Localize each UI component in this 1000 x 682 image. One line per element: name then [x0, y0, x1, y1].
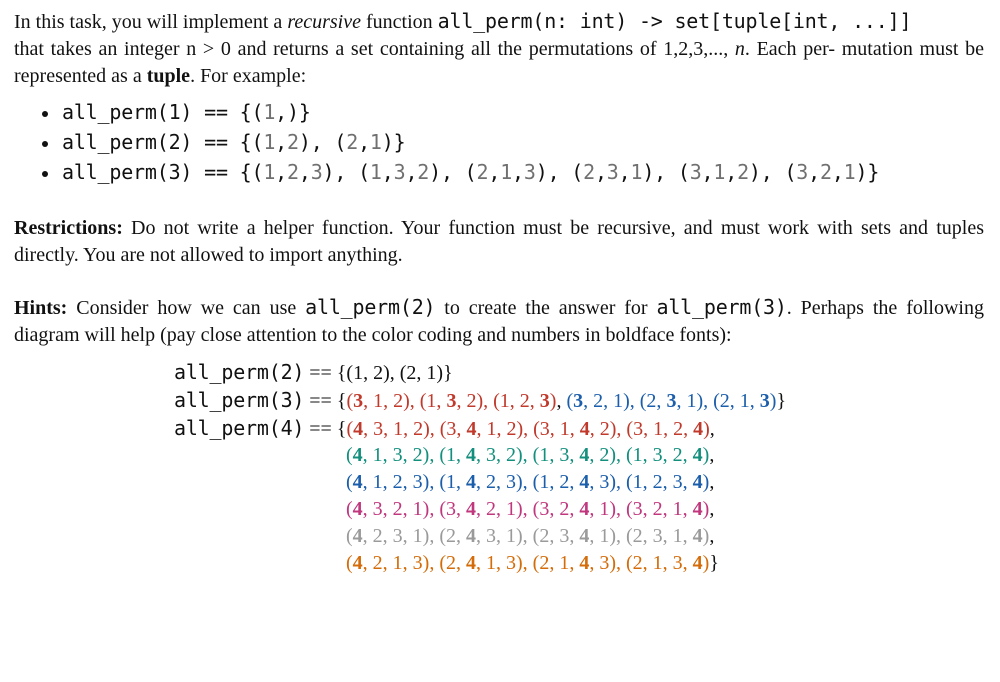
diagram-line-3: all_perm(3) == {(3, 1, 2), (1, 3, 2), (1…	[174, 387, 984, 415]
example-list: all_perm(1) == {(1,)} all_perm(2) == {(1…	[14, 99, 984, 188]
restrictions-label: Restrictions:	[14, 217, 123, 239]
diagram-eq: ==	[304, 418, 337, 440]
ex2-eq: ==	[192, 130, 239, 154]
diagram-line-4b: (4, 1, 3, 2), (1, 4, 3, 2), (1, 3, 4, 2)…	[174, 442, 984, 469]
diagram-eq: ==	[304, 390, 337, 412]
intro-n: n	[735, 38, 745, 60]
diagram-row-orange: (4, 2, 1, 3), (2, 4, 1, 3), (2, 1, 4, 3)…	[346, 552, 709, 574]
hints-block: Hints: Consider how we can use all_perm(…	[14, 294, 984, 349]
hints-call2: all_perm(2)	[305, 295, 435, 319]
diagram-line-2: all_perm(2) == {(1, 2), (2, 1)}	[174, 359, 984, 387]
diagram-row-blue: (4, 1, 2, 3), (1, 4, 2, 3), (1, 2, 4, 3)…	[346, 471, 709, 493]
ex2-set: {(1,2), (2,1)}	[240, 130, 406, 154]
diagram-line-4f: (4, 2, 1, 3), (2, 4, 1, 3), (2, 1, 4, 3)…	[174, 550, 984, 577]
ex1-call: all_perm(1)	[62, 100, 192, 124]
diagram-body-2: {(1, 2), (2, 1)}	[337, 362, 453, 384]
hints-label: Hints:	[14, 297, 67, 319]
ex3-call: all_perm(3)	[62, 160, 192, 184]
intro-ngt0: n > 0	[186, 38, 231, 60]
ex3-eq: ==	[192, 160, 239, 184]
list-item: all_perm(2) == {(1,2), (2,1)}	[60, 129, 984, 159]
hints-t2: to create the answer for	[435, 297, 656, 319]
intro-recursive: recursive	[287, 11, 361, 33]
ex1-set: {(1,)}	[240, 100, 311, 124]
list-item: all_perm(1) == {(1,)}	[60, 99, 984, 129]
intro-tuple: tuple	[147, 65, 190, 87]
ex1-eq: ==	[192, 100, 239, 124]
diagram-block: all_perm(2) == {(1, 2), (2, 1)} all_perm…	[174, 359, 984, 576]
intro-line3b: . For example:	[190, 65, 306, 87]
intro-line2c: . Each per-	[745, 38, 835, 60]
diagram-call: all_perm(4)	[174, 416, 304, 440]
diagram-line-4d: (4, 3, 2, 1), (3, 4, 2, 1), (3, 2, 4, 1)…	[174, 496, 984, 523]
intro-paragraph: In this task, you will implement a recur…	[14, 8, 984, 89]
intro-line2b: and returns a set containing all the per…	[231, 38, 735, 60]
intro-text: In this task, you will implement a	[14, 11, 287, 33]
hints-call3: all_perm(3)	[656, 295, 786, 319]
diagram-row-teal: (4, 1, 3, 2), (1, 4, 3, 2), (1, 3, 4, 2)…	[346, 444, 709, 466]
diagram-line-4: all_perm(4) == {(4, 3, 1, 2), (3, 4, 1, …	[174, 415, 984, 443]
ex3-set: {(1,2,3), (1,3,2), (2,1,3), (2,3,1), (3,…	[240, 160, 880, 184]
diagram-line-4e: (4, 2, 3, 1), (2, 4, 3, 1), (2, 3, 4, 1)…	[174, 523, 984, 550]
diagram-body-4a: {(4, 3, 1, 2), (3, 4, 1, 2), (3, 1, 4, 2…	[337, 418, 715, 440]
diagram-row-pink: (4, 3, 2, 1), (3, 4, 2, 1), (3, 2, 4, 1)…	[346, 498, 709, 520]
diagram-eq: ==	[304, 362, 337, 384]
restrictions-block: Restrictions: Do not write a helper func…	[14, 215, 984, 269]
list-item: all_perm(3) == {(1,2,3), (1,3,2), (2,1,3…	[60, 159, 984, 189]
restrictions-text: Do not write a helper function. Your fun…	[14, 217, 984, 266]
diagram-call: all_perm(3)	[174, 388, 304, 412]
diagram-body-3: {(3, 1, 2), (1, 3, 2), (1, 2, 3), (3, 2,…	[337, 390, 786, 412]
ex2-call: all_perm(2)	[62, 130, 192, 154]
intro-line2a: that takes an integer	[14, 38, 186, 60]
intro-signature: all_perm(n: int) -> set[tuple[int, ...]]	[438, 9, 912, 33]
diagram-call: all_perm(2)	[174, 360, 304, 384]
intro-text: function	[361, 11, 438, 33]
diagram-line-4c: (4, 1, 2, 3), (1, 4, 2, 3), (1, 2, 4, 3)…	[174, 469, 984, 496]
diagram-row-gray: (4, 2, 3, 1), (2, 4, 3, 1), (2, 3, 4, 1)…	[346, 525, 709, 547]
hints-t1: Consider how we can use	[67, 297, 305, 319]
